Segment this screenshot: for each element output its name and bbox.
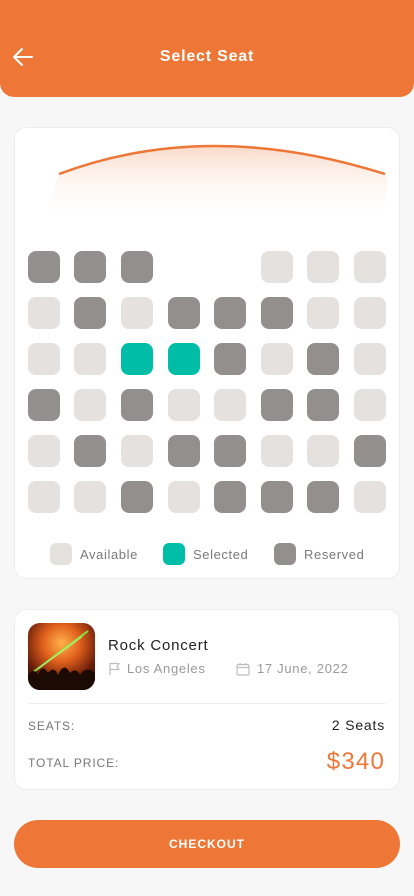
stage-screen [43, 144, 387, 220]
seat-reserved [261, 389, 293, 421]
seat-available[interactable] [168, 481, 200, 513]
seat-reserved [121, 481, 153, 513]
event-date: 17 June, 2022 [257, 661, 349, 676]
seat-available[interactable] [74, 481, 106, 513]
seats-count: 2 Seats [331, 717, 385, 733]
seat-reserved [74, 435, 106, 467]
seat-available[interactable] [261, 435, 293, 467]
legend-label-reserved: Reserved [304, 547, 365, 562]
seat-available[interactable] [28, 343, 60, 375]
legend-swatch-reserved [274, 543, 296, 565]
seat-available[interactable] [74, 389, 106, 421]
seat-available[interactable] [354, 251, 386, 283]
divider [28, 703, 386, 704]
seat-available[interactable] [307, 297, 339, 329]
total-price-label: TOTAL PRICE: [28, 756, 120, 770]
seat-reserved [28, 251, 60, 283]
seat-map-card: Available Selected Reserved [14, 127, 400, 579]
seat-available[interactable] [28, 297, 60, 329]
seat-reserved [168, 435, 200, 467]
seat-reserved [261, 481, 293, 513]
seat-reserved [74, 251, 106, 283]
seat-available[interactable] [261, 343, 293, 375]
seat-reserved [214, 481, 246, 513]
calendar-icon [236, 663, 250, 676]
seat-available[interactable] [307, 251, 339, 283]
seat-reserved [307, 343, 339, 375]
seat-available[interactable] [121, 435, 153, 467]
seat-reserved [214, 343, 246, 375]
seat-available[interactable] [28, 435, 60, 467]
event-summary-card: Rock Concert Los Angeles 17 June, 2022 S… [14, 609, 400, 790]
legend-swatch-available [50, 543, 72, 565]
seat-available[interactable] [74, 343, 106, 375]
checkout-button[interactable]: CHECKOUT [14, 820, 400, 868]
seat-reserved [214, 297, 246, 329]
event-location: Los Angeles [127, 661, 206, 676]
seat-reserved [307, 481, 339, 513]
legend-label-selected: Selected [193, 547, 249, 562]
seat-reserved [214, 435, 246, 467]
flag-icon [109, 662, 120, 675]
seat-available[interactable] [214, 389, 246, 421]
seat-reserved [168, 297, 200, 329]
seat-available[interactable] [354, 389, 386, 421]
event-thumbnail [28, 623, 95, 690]
seat-reserved [261, 297, 293, 329]
seat-reserved [354, 435, 386, 467]
seat-selected[interactable] [168, 343, 200, 375]
seat-reserved [74, 297, 106, 329]
seat-selected[interactable] [121, 343, 153, 375]
legend-label-available: Available [80, 547, 138, 562]
seat-reserved [28, 389, 60, 421]
seat-reserved [121, 389, 153, 421]
seat-available[interactable] [354, 481, 386, 513]
seat-reserved [121, 251, 153, 283]
event-title: Rock Concert [108, 637, 209, 654]
seat-available[interactable] [121, 297, 153, 329]
seat-available[interactable] [307, 435, 339, 467]
legend-swatch-selected [163, 543, 185, 565]
page-title: Select Seat [159, 48, 255, 65]
seat-available[interactable] [28, 481, 60, 513]
seat-available[interactable] [354, 343, 386, 375]
seat-reserved [307, 389, 339, 421]
seat-available[interactable] [354, 297, 386, 329]
total-price-value: $340 [326, 748, 385, 775]
seat-available[interactable] [261, 251, 293, 283]
app-header: Select Seat [0, 0, 414, 97]
seats-label: SEATS: [28, 719, 76, 733]
seat-available[interactable] [168, 389, 200, 421]
